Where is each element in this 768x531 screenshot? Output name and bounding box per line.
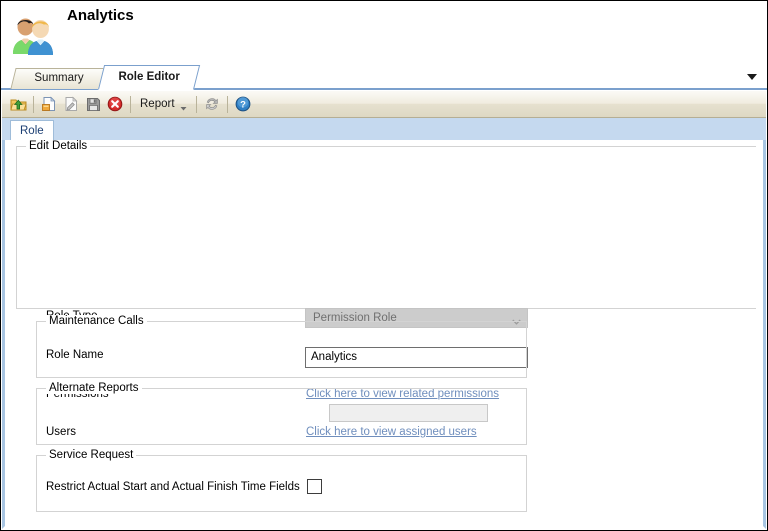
subtab-role[interactable]: Role — [10, 120, 54, 140]
tab-role-editor[interactable]: Role Editor — [97, 65, 201, 90]
svg-text:?: ? — [240, 100, 246, 111]
group-edit-details-label: Edit Details — [26, 140, 91, 152]
new-document-icon[interactable] — [38, 93, 60, 115]
order-report-input[interactable] — [329, 404, 488, 422]
edit-document-icon[interactable] — [60, 93, 82, 115]
red-x-delete-icon[interactable] — [104, 93, 126, 115]
group-service-request: Service Request — [36, 449, 527, 512]
application-window: Analytics Summary Role Editor Report ? R… — [0, 0, 768, 531]
page-title: Analytics — [67, 7, 134, 24]
page-header: Analytics — [1, 1, 767, 63]
group-maintenance-calls-label: Maintenance Calls — [46, 315, 147, 327]
main-tab-strip: Summary Role Editor — [1, 63, 767, 91]
users-pair-icon — [9, 13, 55, 57]
group-service-request-label: Service Request — [46, 449, 137, 461]
help-question-icon[interactable]: ? — [232, 93, 254, 115]
tab-role-editor-label: Role Editor — [118, 71, 180, 83]
toolbar-separator — [226, 95, 228, 113]
toolbar-separator — [33, 95, 34, 113]
toolbar: Report ? — [2, 91, 766, 118]
sub-tab-strip: Role — [2, 118, 766, 141]
folder-up-arrow-icon[interactable] — [7, 93, 29, 115]
subtab-role-label: Role — [20, 125, 44, 137]
refresh-arrows-icon[interactable] — [201, 93, 223, 115]
report-dropdown-button[interactable]: Report — [135, 93, 192, 115]
report-dropdown-label: Report — [140, 98, 175, 110]
caret-down-icon — [180, 102, 187, 110]
chevron-down-icon[interactable] — [746, 72, 758, 82]
group-edit-details: Edit Details — [16, 140, 756, 309]
content-panel: Edit Details Role Type Permission Role R… — [2, 140, 766, 529]
tab-summary-label: Summary — [34, 72, 84, 84]
group-alternate-reports-label: Alternate Reports — [46, 382, 142, 394]
floppy-disk-icon[interactable] — [82, 93, 104, 115]
group-maintenance-calls: Maintenance Calls — [36, 315, 527, 378]
toolbar-separator — [130, 95, 131, 113]
toolbar-separator — [195, 95, 197, 113]
tab-summary[interactable]: Summary — [10, 68, 108, 89]
